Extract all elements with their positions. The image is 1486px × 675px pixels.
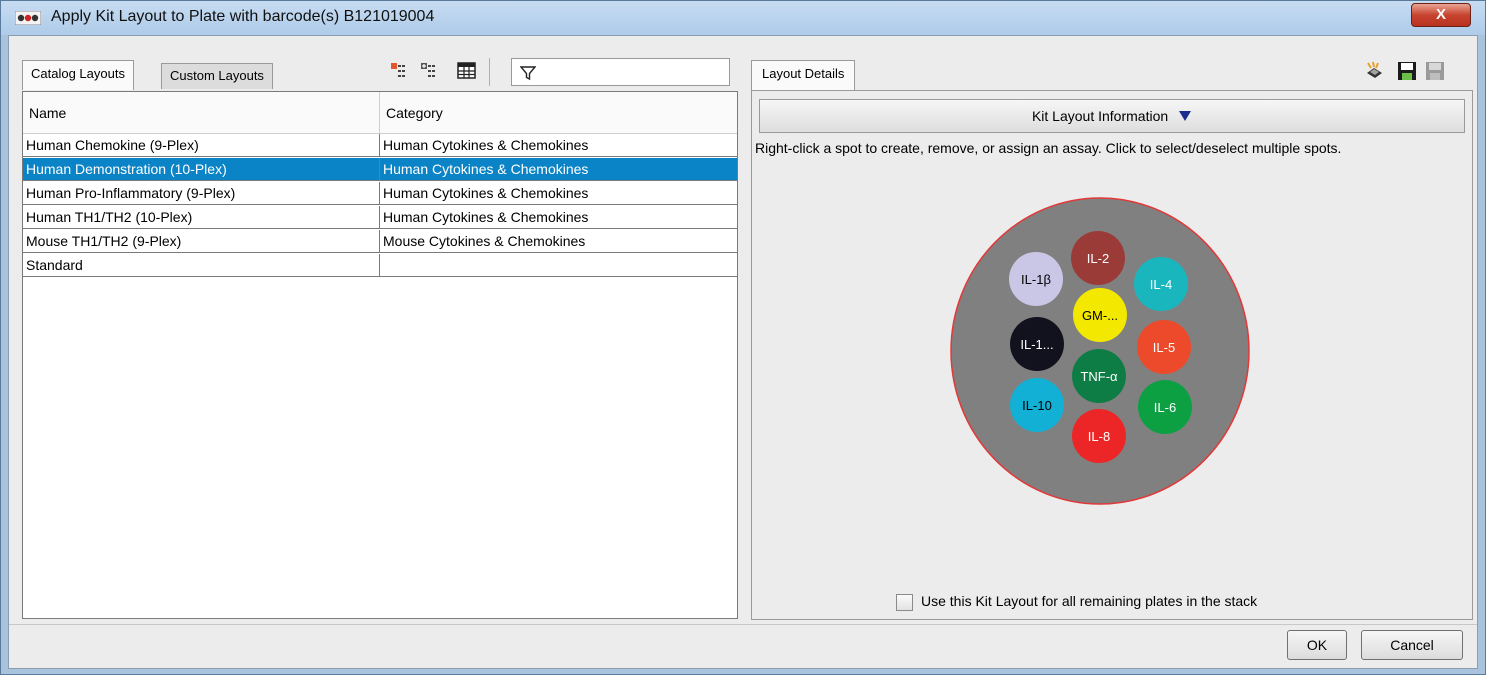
assay-spot[interactable]: IL-6 [1138, 380, 1192, 434]
cell-category: Mouse Cytokines & Chemokines [380, 230, 737, 253]
assay-spot[interactable]: IL-1... [1010, 317, 1064, 371]
save-as-icon [1426, 62, 1444, 80]
button-bar-separator [9, 624, 1477, 625]
add-layout-icon[interactable] [389, 60, 411, 82]
assay-spot[interactable]: IL-1β [1009, 252, 1063, 306]
title-bar[interactable]: Apply Kit Layout to Plate with barcode(s… [1, 1, 1485, 35]
clear-spots-icon[interactable] [1364, 60, 1386, 82]
assay-spot[interactable]: TNF-α [1072, 349, 1126, 403]
cell-name: Human Chemokine (9-Plex) [23, 134, 380, 157]
import-layout-icon[interactable] [419, 60, 441, 82]
cell-category: Human Cytokines & Chemokines [380, 134, 737, 157]
assay-spot-label: IL-1... [1020, 337, 1053, 352]
cell-category: Human Cytokines & Chemokines [380, 206, 737, 229]
assay-spot-label: IL-10 [1022, 398, 1052, 413]
table-row[interactable]: Human Demonstration (10-Plex) Human Cytok… [23, 158, 737, 181]
cell-category [380, 254, 737, 277]
dialog-window: Apply Kit Layout to Plate with barcode(s… [0, 0, 1486, 675]
dialog-content: Catalog Layouts Custom Layouts Name Cate… [8, 35, 1478, 669]
assay-spot[interactable]: IL-4 [1134, 257, 1188, 311]
toolbar-separator [489, 58, 490, 86]
table-row[interactable]: Human Chemokine (9-Plex) Human Cytokines … [23, 134, 737, 157]
cell-name: Standard [23, 254, 380, 277]
cancel-button[interactable]: Cancel [1361, 630, 1463, 660]
ok-button[interactable]: OK [1287, 630, 1347, 660]
assay-spot-label: IL-6 [1154, 400, 1176, 415]
cell-name: Human Demonstration (10-Plex) [23, 158, 380, 181]
triangle-down-icon [1179, 111, 1192, 121]
tab-custom-layouts[interactable]: Custom Layouts [161, 63, 273, 89]
table-row[interactable]: Human Pro-Inflammatory (9-Plex) Human Cyt… [23, 182, 737, 205]
cell-category: Human Cytokines & Chemokines [380, 158, 737, 181]
apply-all-plates-checkbox[interactable] [896, 593, 913, 611]
table-view-icon[interactable] [456, 60, 478, 82]
assay-spot[interactable]: IL-5 [1137, 320, 1191, 374]
assay-spot-label: IL-8 [1088, 429, 1110, 444]
assay-spot-label: IL-2 [1087, 251, 1109, 266]
column-header-name[interactable]: Name [23, 92, 380, 134]
assay-spot-label: IL-1β [1021, 272, 1051, 287]
assay-spot-label: GM-... [1082, 308, 1118, 323]
save-icon[interactable] [1396, 60, 1418, 82]
assay-spot[interactable]: GM-... [1073, 288, 1127, 342]
cell-name: Human Pro-Inflammatory (9-Plex) [23, 182, 380, 205]
tab-catalog-layouts[interactable]: Catalog Layouts [22, 60, 134, 90]
cell-name: Human TH1/TH2 (10-Plex) [23, 206, 380, 229]
assay-spot[interactable]: IL-8 [1072, 409, 1126, 463]
app-icon [15, 11, 41, 25]
window-title: Apply Kit Layout to Plate with barcode(s… [51, 8, 435, 25]
apply-all-plates-label: Use this Kit Layout for all remaining pl… [921, 593, 1258, 609]
column-header-category[interactable]: Category [380, 92, 737, 134]
assay-spot-label: IL-5 [1153, 340, 1175, 355]
assay-spot-label: TNF-α [1080, 369, 1118, 384]
kit-layout-information-header[interactable]: Kit Layout Information [759, 99, 1465, 133]
layout-details-panel: Kit Layout Information Right-click a spo… [751, 90, 1473, 620]
assay-spot-label: IL-4 [1150, 277, 1172, 292]
filter-icon [520, 66, 536, 81]
table-row[interactable]: Mouse TH1/TH2 (9-Plex) Mouse Cytokines & … [23, 230, 737, 253]
cell-name: Mouse TH1/TH2 (9-Plex) [23, 230, 380, 253]
assay-spot[interactable]: IL-10 [1010, 378, 1064, 432]
kit-header-label: Kit Layout Information [1031, 108, 1169, 124]
close-button[interactable]: X [1411, 3, 1471, 27]
table-row[interactable]: Human TH1/TH2 (10-Plex) Human Cytokines &… [23, 206, 737, 229]
assay-spot[interactable]: IL-2 [1071, 231, 1125, 285]
apply-all-plates-option[interactable]: Use this Kit Layout for all remaining pl… [896, 593, 1257, 611]
tab-layout-details[interactable]: Layout Details [751, 60, 856, 90]
filter-field[interactable] [511, 58, 730, 86]
cell-category: Human Cytokines & Chemokines [380, 182, 737, 205]
layouts-table: Name Category Human Chemokine (9-Plex) Hu… [22, 91, 738, 619]
kit-layout-plate[interactable]: IL-2 IL-1β IL-4 GM-... IL-1... IL-5 TNF-α IL-10… [949, 196, 1251, 506]
table-row[interactable]: Standard [23, 254, 737, 277]
instructions-text: Right-click a spot to create, remove, or… [755, 140, 1342, 156]
table-header: Name Category [23, 92, 737, 134]
